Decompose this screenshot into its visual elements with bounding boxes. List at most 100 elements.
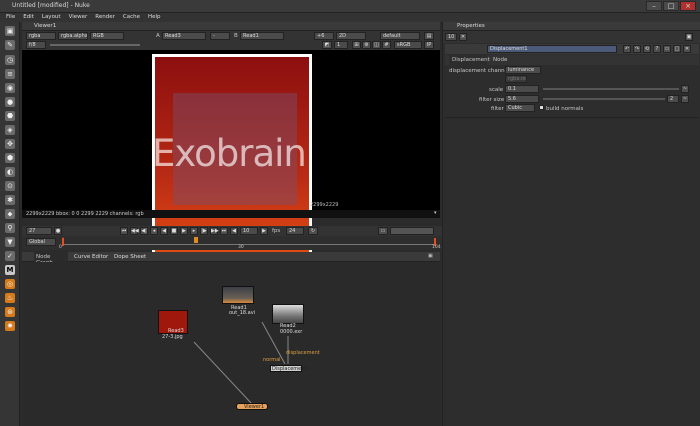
pane-menu-icon[interactable]: ▣ <box>428 253 433 259</box>
viewer-settings-icon[interactable]: ▤ <box>424 32 434 40</box>
step-back-button[interactable]: ◀ <box>230 227 238 235</box>
help-icon[interactable]: ? <box>653 45 661 53</box>
b-input-select[interactable]: Read1 <box>240 32 284 40</box>
minimize-button[interactable]: – <box>646 1 662 11</box>
filter-size-field[interactable]: 5.6 <box>505 95 539 103</box>
stop-button[interactable]: ■ <box>170 227 178 235</box>
node-displacement1[interactable]: Displacement1 <box>270 365 310 372</box>
filter-select[interactable]: Cubic <box>505 104 535 112</box>
gear-icon[interactable]: ⚙ <box>362 41 371 49</box>
channel-icon[interactable]: ≡ <box>5 69 15 79</box>
float-icon[interactable]: ▭ <box>663 45 671 53</box>
image-icon[interactable]: ▣ <box>5 26 15 36</box>
next-frame-button[interactable]: ▸ <box>190 227 198 235</box>
tab-curve-editor[interactable]: Curve Editor <box>74 254 108 260</box>
displacement-channel-select[interactable]: luminance <box>505 66 541 74</box>
zoom-select[interactable]: +6 <box>314 32 334 40</box>
scale-field[interactable]: 0.1 <box>505 85 539 93</box>
tab-dope-sheet[interactable]: Dope Sheet <box>114 254 146 260</box>
flipbook-icon[interactable]: ▭ <box>378 227 388 235</box>
menu-render[interactable]: Render <box>95 13 115 22</box>
filter-size-slider[interactable] <box>543 98 665 100</box>
lock-frame-icon[interactable]: ● <box>54 227 62 235</box>
gain-slider[interactable] <box>50 44 140 46</box>
grid-icon[interactable]: # <box>382 41 391 49</box>
prev-inc-button[interactable]: ◀| <box>140 227 148 235</box>
a-input-select[interactable]: Read3 <box>162 32 206 40</box>
display-select[interactable]: sRGB <box>394 41 422 49</box>
draw-icon[interactable]: ✎ <box>5 40 15 50</box>
menu-help[interactable]: Help <box>148 13 161 22</box>
node-read1[interactable] <box>222 286 254 304</box>
m-icon[interactable]: M <box>5 265 15 275</box>
filter-size-mult[interactable]: 2 <box>667 95 679 103</box>
ocula-icon[interactable]: ◎ <box>5 279 15 289</box>
loop-icon[interactable]: ↻ <box>308 227 318 235</box>
menu-layout[interactable]: Layout <box>42 13 61 22</box>
prev-frame-button[interactable]: ◂ <box>150 227 158 235</box>
menu-cache[interactable]: Cache <box>123 13 140 22</box>
roi-icon[interactable]: ⊞ <box>352 41 361 49</box>
close-panel-icon[interactable]: ✕ <box>683 45 691 53</box>
redo-icon[interactable]: ↷ <box>633 45 641 53</box>
cara-icon[interactable]: ✓ <box>5 251 15 261</box>
3d-icon[interactable]: ⬢ <box>5 153 15 163</box>
furnace-icon[interactable]: ▼ <box>5 237 15 247</box>
wipe-mode-select[interactable]: - <box>210 32 230 40</box>
panel-count-field[interactable]: 10 <box>445 33 457 41</box>
time-icon[interactable]: ◷ <box>5 55 15 65</box>
playhead[interactable] <box>194 237 198 243</box>
node-viewer1[interactable]: Viewer1 <box>236 403 268 410</box>
clear-panels-icon[interactable]: ✕ <box>459 33 467 41</box>
build-normals-checkbox[interactable] <box>539 105 544 110</box>
undo-icon[interactable]: ↶ <box>623 45 631 53</box>
next-inc-button[interactable]: |▶ <box>200 227 208 235</box>
other-icon[interactable]: ⚲ <box>5 223 15 233</box>
channel-select[interactable]: rgba.alpha <box>58 32 88 40</box>
gamma-field[interactable]: 1 <box>334 41 348 49</box>
viewer-canvas[interactable]: Exobrain 2299x2229 <box>22 50 440 256</box>
lut-select[interactable]: default <box>380 32 420 40</box>
first-frame-button[interactable]: ⏮ <box>120 227 128 235</box>
ip-button[interactable]: IP <box>424 41 434 49</box>
tab-displacement[interactable]: Displacement <box>449 55 490 65</box>
color-icon[interactable]: ◉ <box>5 83 15 93</box>
tab-viewer1[interactable]: Viewer1 <box>34 23 56 29</box>
transform-icon[interactable]: ✥ <box>5 139 15 149</box>
menu-edit[interactable]: Edit <box>23 13 34 22</box>
colorspace-select[interactable]: RGB <box>90 32 124 40</box>
range-mode-select[interactable]: Global <box>26 238 56 246</box>
infobar-menu-icon[interactable]: ▾ <box>434 210 437 216</box>
keyer-icon[interactable]: ⬣ <box>5 111 15 121</box>
filter-size-animate-icon[interactable]: ~ <box>681 95 689 103</box>
clip-icon[interactable]: ◫ <box>372 41 381 49</box>
menu-viewer[interactable]: Viewer <box>69 13 88 22</box>
last-frame-button[interactable]: ⏭ <box>220 227 228 235</box>
play-back-button[interactable]: ◀ <box>160 227 168 235</box>
channels-select[interactable]: rgba <box>26 32 56 40</box>
scale-slider[interactable] <box>543 88 679 90</box>
timeline[interactable]: Global 0 30 104 1 <box>22 236 442 250</box>
views-icon[interactable]: ◐ <box>5 167 15 177</box>
step-forward-button[interactable]: ▶ <box>260 227 268 235</box>
play-button[interactable]: ▶ <box>180 227 188 235</box>
flame-icon[interactable]: ♨ <box>5 293 15 303</box>
flipbook-slider[interactable] <box>390 227 434 235</box>
close-button[interactable]: × <box>680 1 696 11</box>
particles-icon[interactable]: ✱ <box>5 195 15 205</box>
prev-key-button[interactable]: ◀◀ <box>130 227 139 235</box>
tab-node[interactable]: Node <box>493 57 507 63</box>
fps-field[interactable]: 24 <box>286 227 304 235</box>
filter-icon[interactable]: ● <box>5 97 15 107</box>
float-panel-icon[interactable]: ▣ <box>685 33 693 41</box>
node-name-field[interactable]: Displacement1 <box>487 45 617 53</box>
merge-icon[interactable]: ◈ <box>5 125 15 135</box>
spark-icon[interactable]: ✸ <box>5 321 15 331</box>
fstop-field[interactable]: f/8 <box>26 41 46 49</box>
frame-field[interactable]: 27 <box>26 227 52 235</box>
increment-field[interactable]: 10 <box>240 227 258 235</box>
revert-icon[interactable]: ⟲ <box>643 45 651 53</box>
next-key-button[interactable]: ▶▶ <box>210 227 219 235</box>
menu-file[interactable]: File <box>6 13 15 22</box>
maximize-panel-icon[interactable]: □ <box>673 45 681 53</box>
